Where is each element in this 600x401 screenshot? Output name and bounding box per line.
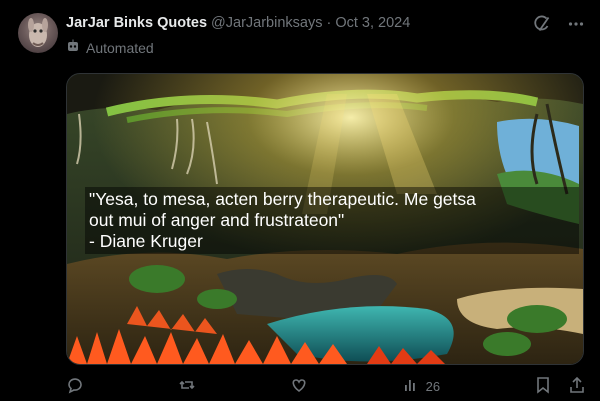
author-handle[interactable]: @JarJarbinksays xyxy=(211,15,322,31)
post-image[interactable]: "Yesa, to mesa, acten berry therapeutic.… xyxy=(66,73,584,365)
share-icon xyxy=(568,376,586,397)
post-header: JarJar Binks Quotes @JarJarbinksays · Oc… xyxy=(66,15,410,35)
grok-icon[interactable] xyxy=(532,14,552,34)
automated-badge[interactable]: Automated xyxy=(66,39,154,56)
like-icon xyxy=(290,376,308,397)
robot-icon xyxy=(66,39,80,56)
more-icon[interactable] xyxy=(566,14,586,34)
views-button[interactable]: 26 xyxy=(402,376,440,397)
separator: · xyxy=(326,15,332,31)
reply-button[interactable] xyxy=(66,376,84,397)
bookmark-button[interactable] xyxy=(534,376,552,397)
repost-icon xyxy=(178,376,196,397)
views-count: 26 xyxy=(425,378,441,394)
avatar[interactable] xyxy=(18,13,58,53)
quote-caption: "Yesa, to mesa, acten berry therapeutic.… xyxy=(85,187,579,254)
action-bar: 26 xyxy=(66,374,586,398)
quote-line-2: out mui of anger and frustrateon" xyxy=(89,210,345,230)
share-button[interactable] xyxy=(568,376,586,397)
automated-label: Automated xyxy=(86,39,154,56)
quote-attribution: - Diane Kruger xyxy=(89,231,203,251)
reply-icon xyxy=(66,376,84,397)
post-date[interactable]: Oct 3, 2024 xyxy=(335,15,410,31)
author-name[interactable]: JarJar Binks Quotes xyxy=(66,15,207,31)
like-button[interactable] xyxy=(290,376,308,397)
bookmark-icon xyxy=(534,376,552,397)
views-icon xyxy=(402,376,420,397)
repost-button[interactable] xyxy=(178,376,196,397)
quote-line-1: "Yesa, to mesa, acten berry therapeutic.… xyxy=(89,189,476,209)
